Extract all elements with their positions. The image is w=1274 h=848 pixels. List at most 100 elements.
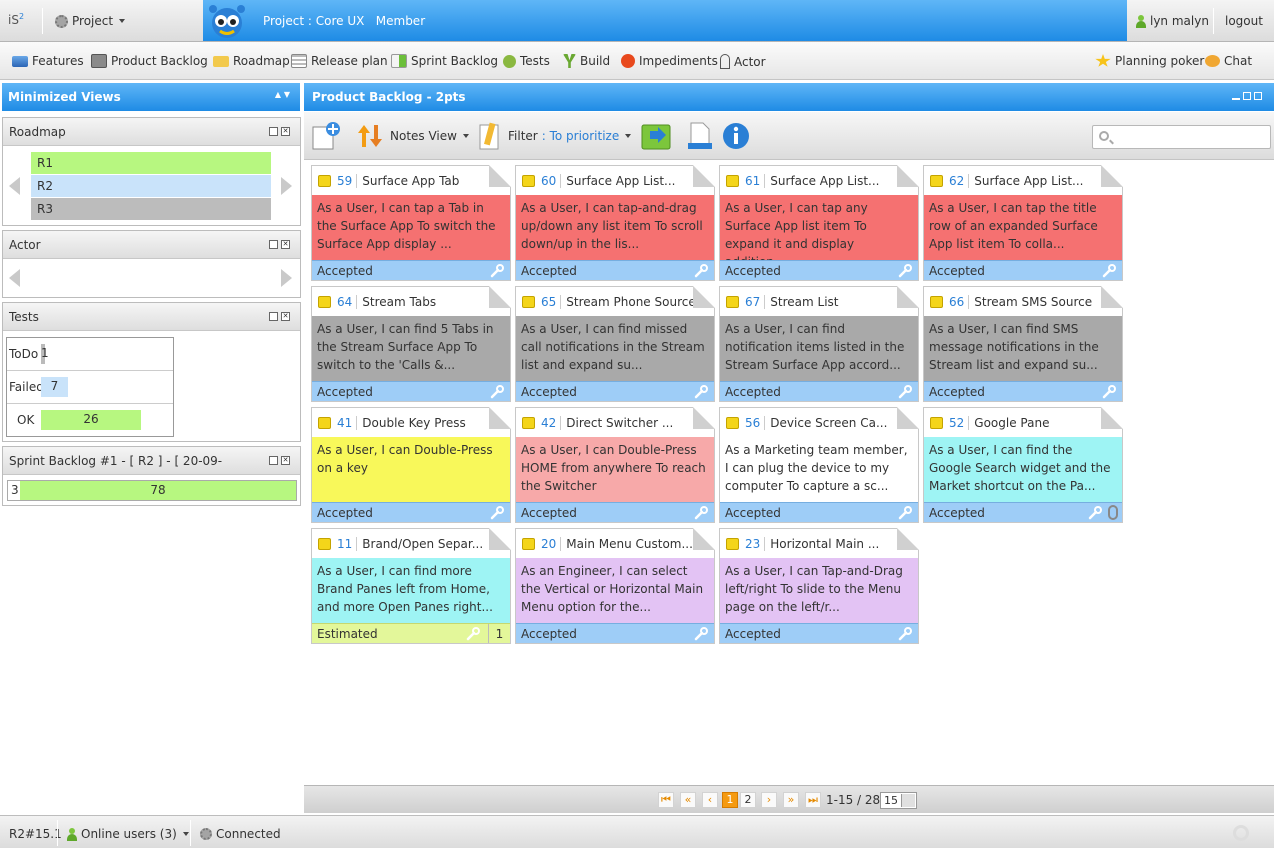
prev-arrow-icon[interactable] [9,269,20,287]
attachment-icon[interactable] [1108,505,1118,520]
story-note[interactable]: 66 Stream SMS Source As a User, I can find… [923,286,1123,402]
notes-view-button[interactable]: Notes View [356,121,469,151]
online-users-menu[interactable]: Online users (3) [67,827,189,841]
story-note[interactable]: 64 Stream Tabs As a User, I can find 5 Tab… [311,286,511,402]
note-id[interactable]: 41 [337,416,352,430]
prev-arrow-icon[interactable] [9,177,20,195]
wrench-icon[interactable] [898,506,912,520]
menu-product-backlog[interactable]: Product Backlog [91,54,208,68]
filter-button[interactable]: Filter : To prioritize [478,121,632,151]
wrench-icon[interactable] [490,506,504,520]
menu-features[interactable]: Features [12,54,84,68]
menu-impediments[interactable]: Impediments [621,54,718,68]
note-id[interactable]: 56 [745,416,760,430]
roadmap-release[interactable]: R1 [31,152,271,174]
note-id[interactable]: 62 [949,174,964,188]
maximize-icon[interactable] [269,312,278,321]
note-id[interactable]: 20 [541,537,556,551]
maximize-icon[interactable] [269,456,278,465]
next-page-icon[interactable]: › [761,792,777,808]
menu-tests[interactable]: Tests [503,54,550,68]
story-note[interactable]: 59 Surface App Tab As a User, I can tap a … [311,165,511,281]
note-id[interactable]: 61 [745,174,760,188]
menu-roadmap[interactable]: Roadmap [213,54,290,68]
close-icon[interactable]: ✕ [281,456,290,465]
menu-chat[interactable]: Chat [1205,54,1252,68]
wrench-icon[interactable] [466,627,480,641]
story-note[interactable]: 65 Stream Phone Source As a User, I can fi… [515,286,715,402]
note-id[interactable]: 42 [541,416,556,430]
collapse-arrows-icon[interactable]: ▲ ▼ [275,90,290,99]
app-logo[interactable]: iS2 [8,12,24,27]
note-id[interactable]: 67 [745,295,760,309]
menu-planning-poker[interactable]: Planning poker [1095,54,1204,68]
maximize-icon[interactable] [269,127,278,136]
prev-page-icon[interactable]: ‹ [702,792,718,808]
note-id[interactable]: 66 [949,295,964,309]
user-menu[interactable]: lyn malyn [1136,14,1209,28]
story-note[interactable]: 60 Surface App List... As a User, I can ta… [515,165,715,281]
info-icon[interactable] [722,122,750,150]
story-note[interactable]: 42 Direct Switcher ... As a User, I can Do… [515,407,715,523]
search-input[interactable] [1092,125,1271,149]
close-icon[interactable]: ✕ [281,312,290,321]
story-note[interactable]: 23 Horizontal Main ... As a User, I can Ta… [719,528,919,644]
story-note[interactable]: 67 Stream List As a User, I can find notif… [719,286,919,402]
project-menu[interactable]: Project [55,14,126,28]
wrench-icon[interactable] [1102,264,1116,278]
page-link[interactable]: 2 [740,792,756,808]
story-note[interactable]: 52 Google Pane As a User, I can find the G… [923,407,1123,523]
close-icon[interactable]: ✕ [281,127,290,136]
roadmap-release[interactable]: R2 [31,175,271,197]
story-note[interactable]: 56 Device Screen Ca... As a Marketing team… [719,407,919,523]
page-current[interactable]: 1 [722,792,738,808]
roadmap-release[interactable]: R3 [31,198,271,220]
menu-build[interactable]: Build [563,54,610,68]
minimize-icon[interactable] [1232,98,1240,100]
wrench-icon[interactable] [1088,506,1102,520]
wrench-icon[interactable] [490,385,504,399]
note-id[interactable]: 23 [745,537,760,551]
menu-actor[interactable]: Actor [720,54,766,69]
logout-link[interactable]: logout [1225,14,1263,28]
wrench-icon[interactable] [898,627,912,641]
next-arrow-icon[interactable] [281,177,292,195]
sprint-progress[interactable]: 3 78 [7,480,297,501]
last-page-icon[interactable]: ⏭ [805,792,821,808]
wrench-icon[interactable] [694,385,708,399]
print-icon[interactable] [688,121,712,151]
note-id[interactable]: 59 [337,174,352,188]
wrench-icon[interactable] [1102,385,1116,399]
add-note-icon[interactable] [312,121,340,151]
next-10-icon[interactable]: » [783,792,799,808]
close-icon[interactable] [1254,92,1262,100]
note-id[interactable]: 64 [337,295,352,309]
prev-10-icon[interactable]: « [680,792,696,808]
wrench-icon[interactable] [694,506,708,520]
restore-icon[interactable] [1243,92,1251,100]
menu-release-plan[interactable]: Release plan [291,54,388,68]
next-arrow-icon[interactable] [281,269,292,287]
note-id[interactable]: 65 [541,295,556,309]
tests-bar-failed[interactable]: 7 [41,377,68,397]
tests-bar-todo[interactable]: 1 [41,344,49,364]
close-icon[interactable]: ✕ [281,240,290,249]
menu-sprint-backlog[interactable]: Sprint Backlog [391,54,498,68]
wrench-icon[interactable] [694,627,708,641]
story-note[interactable]: 62 Surface App List... As a User, I can ta… [923,165,1123,281]
story-note[interactable]: 61 Surface App List... As a User, I can ta… [719,165,919,281]
note-id[interactable]: 52 [949,416,964,430]
wrench-icon[interactable] [898,385,912,399]
export-icon[interactable] [640,121,672,151]
wrench-icon[interactable] [694,264,708,278]
wrench-icon[interactable] [490,264,504,278]
story-note[interactable]: 20 Main Menu Custom... As an Engineer, I c… [515,528,715,644]
story-note[interactable]: 41 Double Key Press As a User, I can Doubl… [311,407,511,523]
maximize-icon[interactable] [269,240,278,249]
per-page-select[interactable]: 15 [880,792,917,809]
story-note[interactable]: 11 Brand/Open Separ... As a User, I can fi… [311,528,511,644]
first-page-icon[interactable]: ⏮ [658,792,674,808]
tests-bar-ok[interactable]: 26 [41,410,141,430]
note-id[interactable]: 60 [541,174,556,188]
note-id[interactable]: 11 [337,537,352,551]
